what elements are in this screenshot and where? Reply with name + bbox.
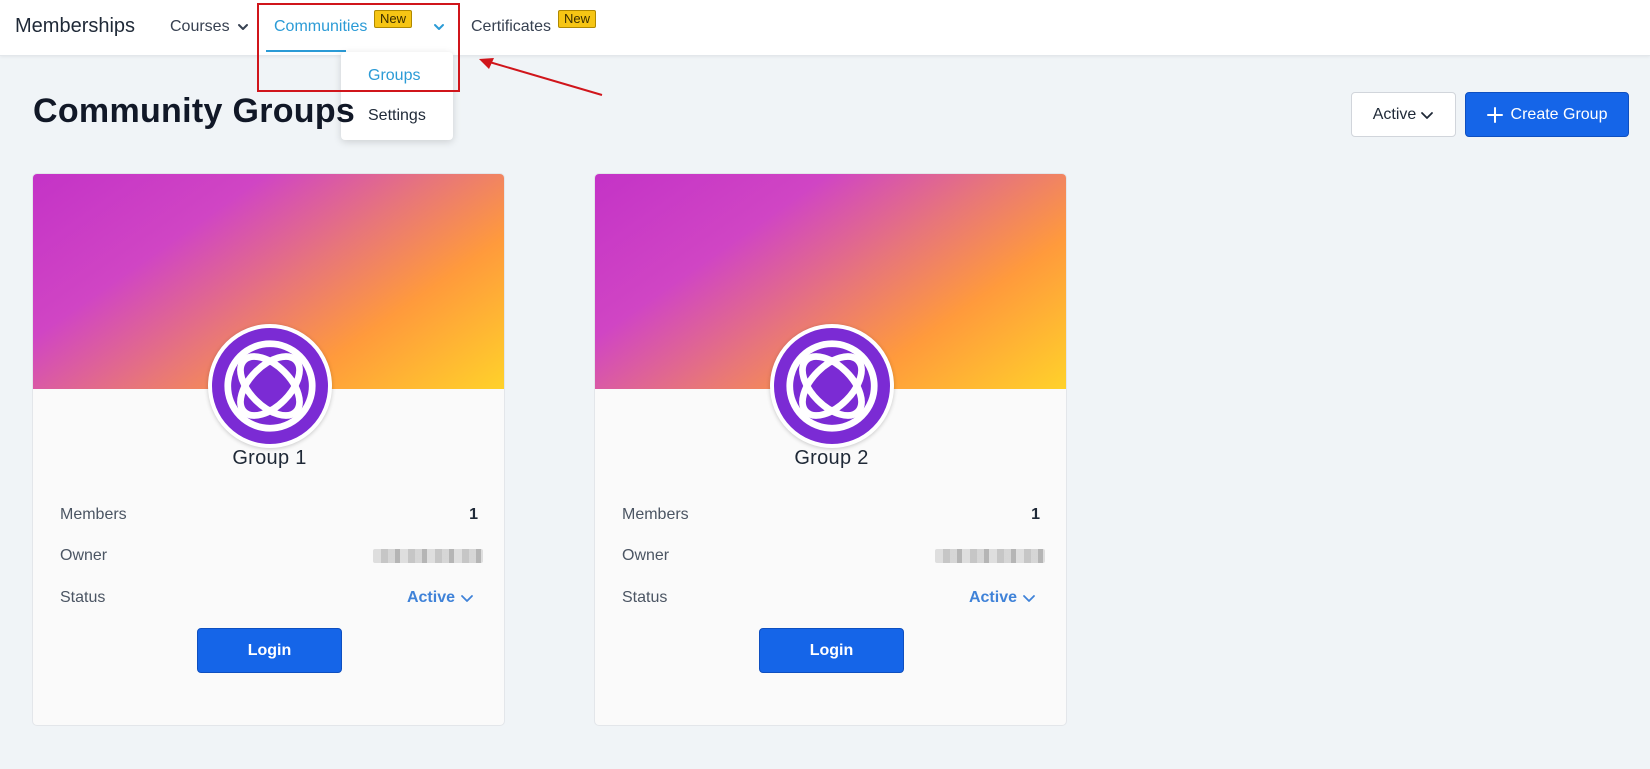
group-name: Group 1 [232, 447, 307, 469]
community-logo-icon [224, 340, 316, 432]
page-title: Community Groups [33, 92, 356, 130]
members-label: Members [622, 506, 689, 523]
chevron-down-icon [237, 24, 248, 30]
group-name: Group 2 [794, 447, 869, 469]
status-filter-value: Active [1372, 105, 1417, 123]
chevron-down-icon [461, 595, 473, 602]
annotation-highlight-box [257, 3, 460, 92]
login-button[interactable]: Login [197, 628, 342, 673]
group-card: Group 2 Members 1 Owner Status Active Lo… [594, 173, 1067, 726]
nav-certificates[interactable]: Certificates New [471, 10, 597, 36]
new-badge: New [558, 10, 597, 28]
community-logo-icon [786, 340, 878, 432]
owner-redacted [935, 549, 1045, 563]
group-avatar [770, 324, 894, 448]
owner-label: Owner [60, 547, 108, 564]
annotation-arrow [479, 58, 603, 96]
owner-redacted [373, 549, 483, 563]
group-status-value: Active [968, 589, 1017, 606]
create-group-button[interactable]: Create Group [1465, 92, 1629, 137]
chevron-down-icon [1023, 595, 1035, 602]
owner-label: Owner [622, 547, 670, 564]
status-filter-select[interactable]: Active [1351, 92, 1456, 137]
members-count: 1 [469, 506, 478, 523]
members-label: Members [60, 506, 127, 523]
chevron-down-icon [1421, 111, 1434, 119]
status-label: Status [622, 589, 668, 606]
members-count: 1 [1031, 506, 1040, 523]
status-label: Status [60, 589, 106, 606]
group-status-select[interactable]: Active [969, 589, 1036, 607]
top-navbar: Memberships Courses Communities New Cert… [0, 0, 1650, 56]
group-avatar [208, 324, 332, 448]
group-status-value: Active [406, 589, 455, 606]
plus-icon [1486, 106, 1503, 123]
group-status-select[interactable]: Active [407, 589, 474, 607]
login-button[interactable]: Login [759, 628, 904, 673]
nav-courses-label: Courses [170, 18, 230, 35]
dropdown-item-settings[interactable]: Settings [368, 107, 426, 125]
nav-certificates-label: Certificates [471, 18, 552, 35]
brand-title[interactable]: Memberships [15, 15, 135, 38]
create-group-label: Create Group [1510, 105, 1608, 123]
nav-courses[interactable]: Courses [170, 18, 250, 36]
group-card: Group 1 Members 1 Owner Status Active Lo… [32, 173, 505, 726]
